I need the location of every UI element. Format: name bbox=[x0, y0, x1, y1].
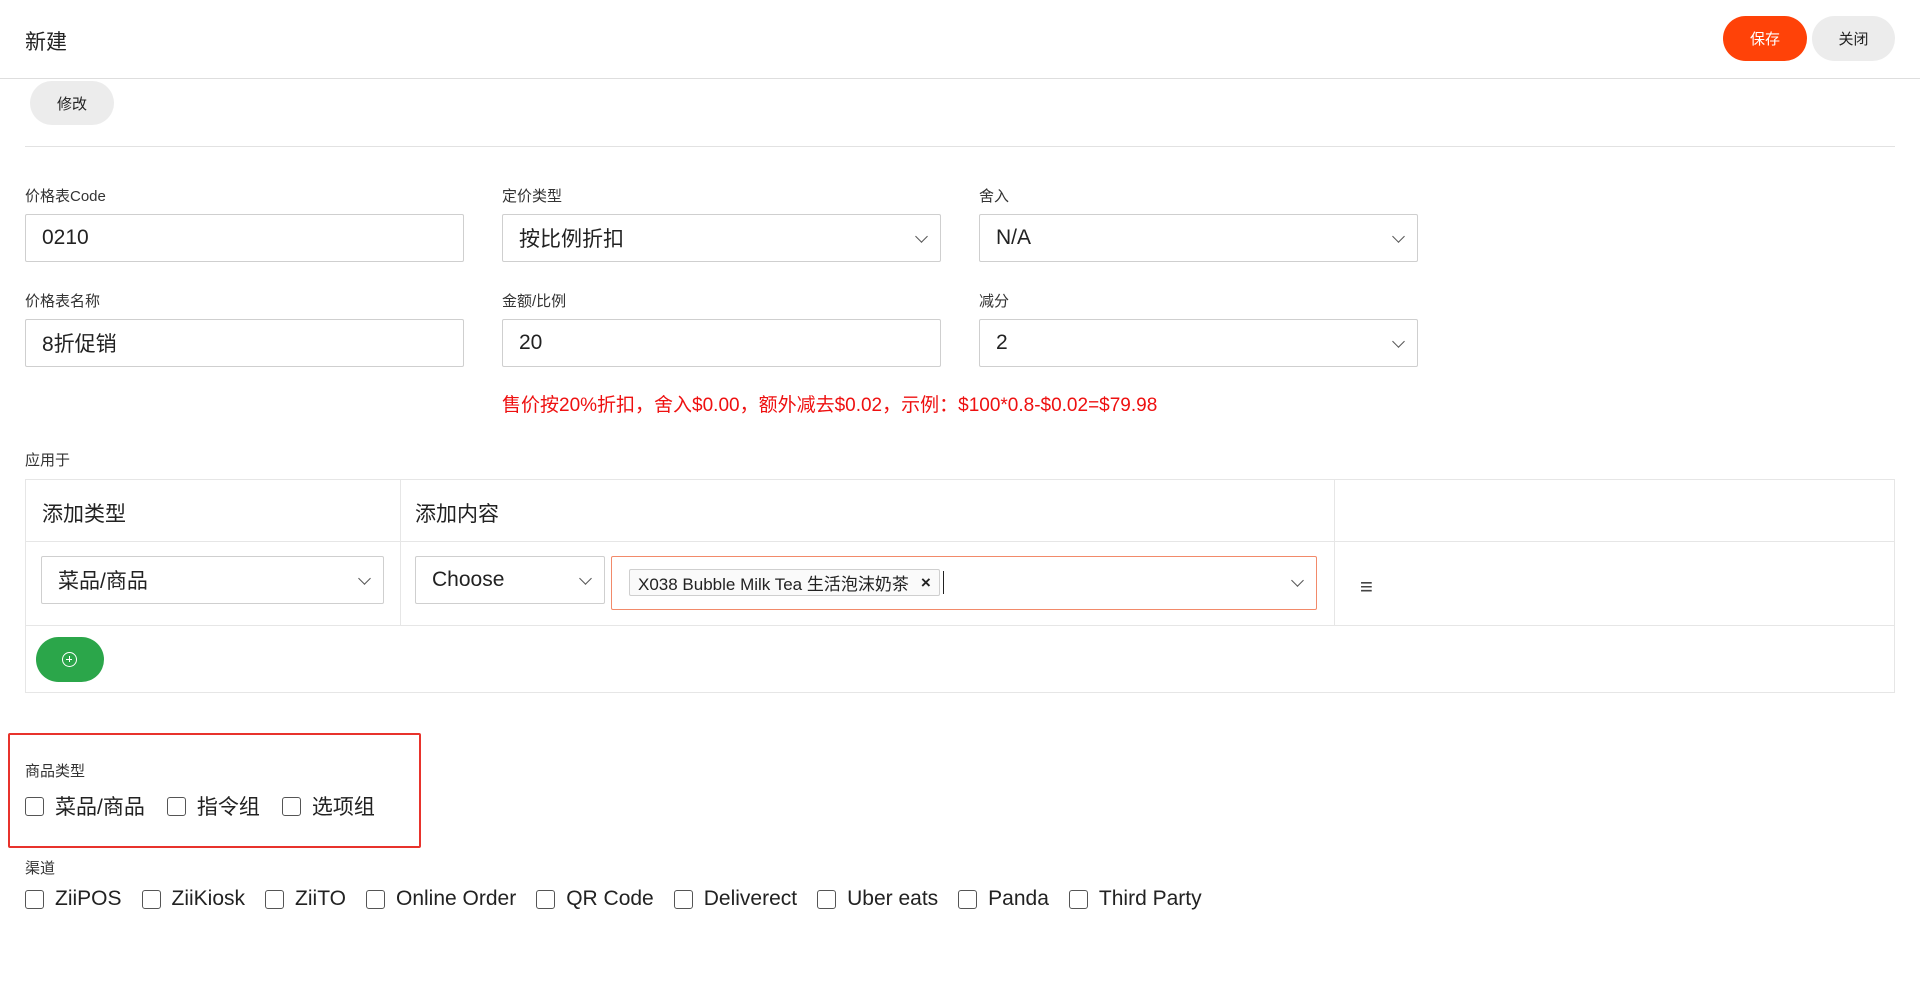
divider bbox=[25, 146, 1895, 147]
cents-off-select[interactable]: 2 bbox=[979, 319, 1418, 367]
checkbox[interactable] bbox=[958, 889, 978, 909]
chevron-down-icon bbox=[915, 230, 928, 243]
channel-ziito[interactable]: ZiiTO bbox=[265, 887, 346, 911]
checkbox[interactable] bbox=[673, 889, 693, 909]
checkbox[interactable] bbox=[265, 889, 285, 909]
rounding-label: 舍入 bbox=[979, 188, 1010, 205]
product-type-label: 商品类型 bbox=[25, 763, 86, 780]
channel-third-party[interactable]: Third Party bbox=[1068, 887, 1202, 911]
column-header-type: 添加类型 bbox=[42, 503, 126, 526]
close-button[interactable]: 关闭 bbox=[1812, 16, 1895, 61]
channel-panda[interactable]: Panda bbox=[958, 887, 1049, 911]
channel-deliverect[interactable]: Deliverect bbox=[673, 887, 798, 911]
cents-off-value: 2 bbox=[996, 331, 1008, 354]
channel-qr-code[interactable]: QR Code bbox=[536, 887, 654, 911]
channels-group: ZiiPOS ZiiKiosk ZiiTO Online Order QR Co… bbox=[25, 887, 1202, 911]
checkbox-label: Online Order bbox=[395, 887, 517, 910]
amount-value: 20 bbox=[519, 331, 543, 354]
product-type-group: 菜品/商品 指令组 选项组 bbox=[25, 791, 375, 821]
drag-handle-icon[interactable]: ≡ bbox=[1360, 574, 1373, 600]
pricing-type-value: 按比例折扣 bbox=[519, 228, 624, 251]
add-type-select[interactable]: 菜品/商品 bbox=[41, 556, 384, 604]
channel-ziikiosk[interactable]: ZiiKiosk bbox=[141, 887, 246, 911]
apply-to-label: 应用于 bbox=[25, 452, 71, 469]
rounding-select[interactable]: N/A bbox=[979, 214, 1418, 262]
product-type-item-dishes[interactable]: 菜品/商品 bbox=[25, 791, 145, 821]
edit-button[interactable]: 修改 bbox=[30, 81, 114, 125]
checkbox-label: Uber eats bbox=[847, 887, 939, 910]
code-value: 0210 bbox=[42, 226, 89, 249]
header-bar: 新建 保存 关闭 bbox=[0, 0, 1920, 79]
checkbox[interactable] bbox=[817, 889, 837, 909]
amount-input[interactable]: 20 bbox=[502, 319, 941, 367]
checkbox[interactable] bbox=[536, 889, 556, 909]
code-label: 价格表Code bbox=[25, 188, 106, 205]
checkbox-label: Panda bbox=[988, 887, 1049, 910]
chevron-down-icon bbox=[579, 572, 592, 585]
checkbox[interactable] bbox=[141, 889, 161, 909]
checkbox-label: ZiiTO bbox=[295, 887, 346, 910]
name-label: 价格表名称 bbox=[25, 293, 101, 310]
chevron-down-icon bbox=[1392, 335, 1405, 348]
product-type-item-command-group[interactable]: 指令组 bbox=[166, 791, 260, 821]
checkbox-label: Third Party bbox=[1098, 887, 1202, 910]
save-button[interactable]: 保存 bbox=[1723, 16, 1807, 61]
checkbox[interactable] bbox=[166, 796, 186, 816]
tag-label: X038 Bubble Milk Tea 生活泡沫奶茶 bbox=[638, 575, 909, 594]
checkbox[interactable] bbox=[365, 889, 385, 909]
checkbox-label: QR Code bbox=[566, 887, 654, 910]
chevron-down-icon bbox=[1291, 574, 1304, 587]
pricing-hint: 售价按20%折扣，舍入$0.00，额外减去$0.02，示例：$100*0.8-$… bbox=[502, 395, 1158, 416]
chevron-down-icon bbox=[358, 572, 371, 585]
channel-online-order[interactable]: Online Order bbox=[365, 887, 517, 911]
checkbox[interactable] bbox=[25, 796, 44, 816]
choose-select[interactable]: Choose bbox=[415, 556, 605, 604]
choose-value: Choose bbox=[432, 568, 505, 591]
tag-remove-icon[interactable]: × bbox=[921, 573, 931, 593]
code-input[interactable]: 0210 bbox=[25, 214, 464, 262]
channels-label: 渠道 bbox=[25, 860, 56, 877]
page-title: 新建 bbox=[25, 31, 67, 54]
channel-uber-eats[interactable]: Uber eats bbox=[817, 887, 938, 911]
selected-item-tag: X038 Bubble Milk Tea 生活泡沫奶茶 × bbox=[629, 569, 940, 596]
rounding-value: N/A bbox=[996, 226, 1032, 249]
checkbox-label: 选项组 bbox=[311, 796, 375, 819]
checkbox[interactable] bbox=[25, 889, 44, 909]
product-type-item-option-group[interactable]: 选项组 bbox=[281, 791, 375, 821]
checkbox-label: 指令组 bbox=[196, 796, 260, 819]
checkbox[interactable] bbox=[281, 796, 301, 816]
name-input[interactable]: 8折促销 bbox=[25, 319, 464, 367]
channel-ziipos[interactable]: ZiiPOS bbox=[25, 887, 122, 911]
pricing-type-select[interactable]: 按比例折扣 bbox=[502, 214, 941, 262]
checkbox-label: 菜品/商品 bbox=[55, 796, 145, 819]
column-header-content: 添加内容 bbox=[415, 503, 499, 526]
name-value: 8折促销 bbox=[42, 333, 117, 356]
chevron-down-icon bbox=[1392, 230, 1405, 243]
checkbox-label: ZiiPOS bbox=[55, 887, 122, 910]
plus-circle-icon bbox=[62, 652, 77, 667]
add-type-value: 菜品/商品 bbox=[58, 570, 148, 593]
checkbox[interactable] bbox=[1068, 889, 1088, 909]
text-caret bbox=[943, 571, 944, 594]
checkbox-label: ZiiKiosk bbox=[171, 887, 246, 910]
add-row-button[interactable] bbox=[36, 637, 104, 682]
amount-label: 金额/比例 bbox=[502, 293, 567, 310]
checkbox-label: Deliverect bbox=[703, 887, 798, 910]
cents-off-label: 减分 bbox=[979, 293, 1010, 310]
pricing-type-label: 定价类型 bbox=[502, 188, 563, 205]
